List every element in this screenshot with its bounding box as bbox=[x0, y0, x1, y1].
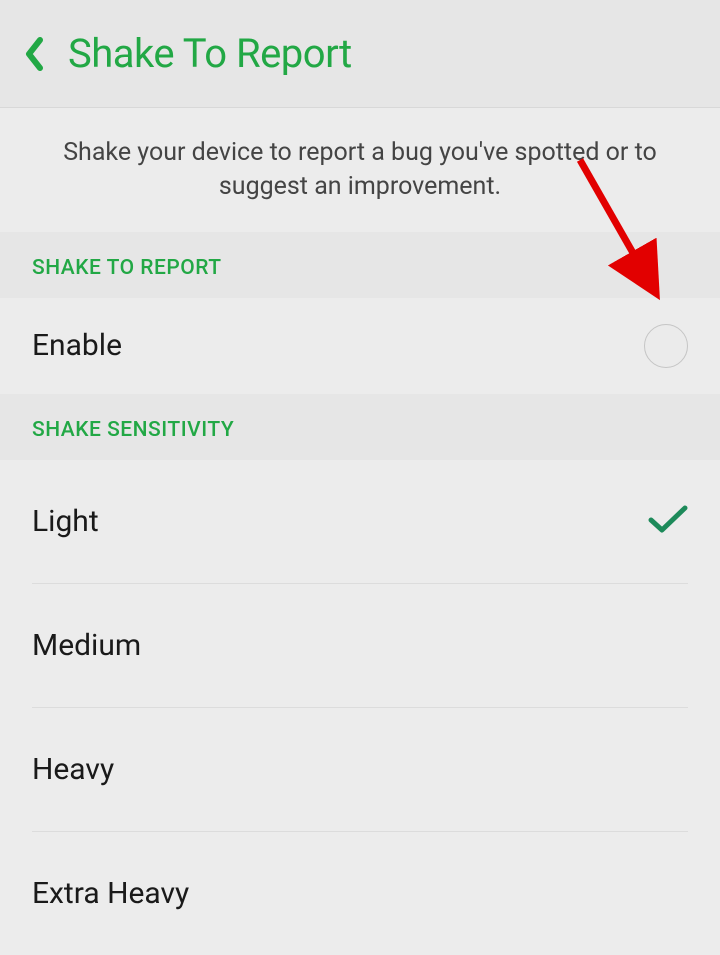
sensitivity-label: Medium bbox=[32, 628, 141, 663]
sensitivity-option-medium[interactable]: Medium bbox=[32, 584, 688, 708]
sensitivity-label: Heavy bbox=[32, 752, 114, 787]
sensitivity-label: Extra Heavy bbox=[32, 876, 189, 911]
enable-row[interactable]: Enable bbox=[0, 298, 720, 394]
sensitivity-label: Light bbox=[32, 504, 99, 539]
back-button[interactable] bbox=[24, 37, 44, 71]
sensitivity-option-extra-heavy[interactable]: Extra Heavy bbox=[32, 832, 688, 955]
sensitivity-option-light[interactable]: Light bbox=[32, 460, 688, 584]
section-header-shake-sensitivity: SHAKE SENSITIVITY bbox=[0, 394, 720, 460]
page-description: Shake your device to report a bug you've… bbox=[0, 107, 720, 232]
sensitivity-option-heavy[interactable]: Heavy bbox=[32, 708, 688, 832]
sensitivity-list: Light Medium Heavy Extra Heavy bbox=[0, 460, 720, 955]
chevron-left-icon bbox=[24, 37, 44, 71]
page-title: Shake To Report bbox=[68, 30, 352, 77]
enable-label: Enable bbox=[32, 328, 122, 363]
section-header-shake-to-report: SHAKE TO REPORT bbox=[0, 232, 720, 298]
header-bar: Shake To Report bbox=[0, 0, 720, 107]
enable-toggle[interactable] bbox=[644, 324, 688, 368]
check-icon bbox=[648, 504, 688, 538]
